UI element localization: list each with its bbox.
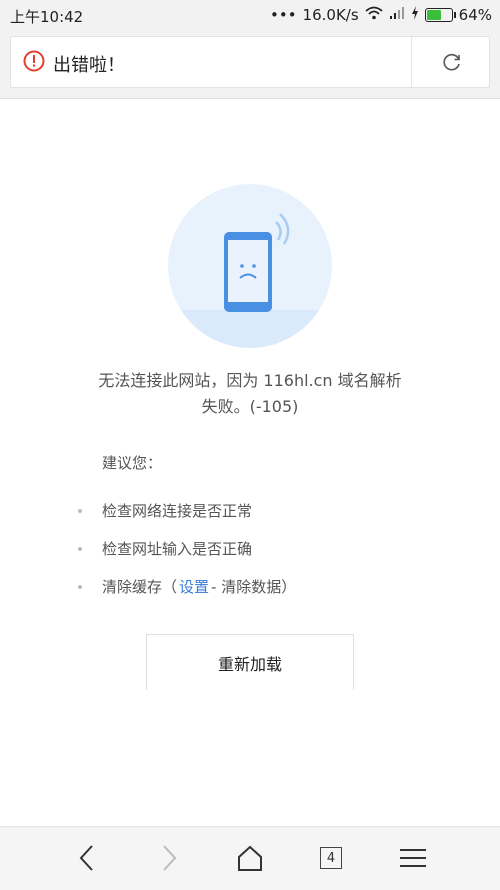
refresh-icon[interactable] [441,51,463,73]
bullet-icon [78,546,82,551]
tip-text: 检查网址输入是否正确 [102,540,253,558]
address-divider [411,37,412,87]
error-icon [23,50,45,72]
wifi-icon [365,6,383,24]
tip-item: 清除缓存（ 设置 - 清除数据） [78,576,296,597]
tip-item: 检查网址输入是否正确 [78,538,252,559]
signal-icon [389,6,405,24]
error-message-line2: 失败。(-105) [201,397,299,416]
back-icon[interactable] [70,841,104,875]
network-speed: 16.0K/s [302,6,359,24]
address-bar[interactable]: 出错啦！ [10,36,490,88]
error-illustration [168,184,332,348]
menu-icon[interactable] [396,841,430,875]
reload-button[interactable]: 重新加载 [146,634,354,690]
bullet-icon [78,508,82,513]
status-time: 上午10:42 [10,8,84,26]
tip-text: - 清除数据） [211,578,297,596]
tip-item: 检查网络连接是否正常 [78,500,252,521]
status-dots: ••• [270,6,297,24]
forward-icon[interactable] [152,841,186,875]
battery-percent: 64% [458,6,492,24]
bullet-icon [78,584,82,589]
status-right: ••• 16.0K/s 64% [270,6,492,24]
suggest-label: 建议您： [102,454,163,472]
home-icon[interactable] [233,841,267,875]
status-bar: 上午10:42 ••• 16.0K/s 64% [0,0,500,30]
battery-icon [424,8,456,22]
error-message-line1: 无法连接此网站，因为 116hl.cn 域名解析 [98,371,402,390]
tip-text: 检查网络连接是否正常 [102,502,253,520]
tab-count: 4 [320,847,342,869]
page-title: 出错啦！ [53,55,125,76]
toolbar: 出错啦！ [0,30,500,99]
tip-text: 清除缓存（ [102,578,178,596]
charging-icon [411,6,419,24]
tabs-button[interactable]: 4 [314,841,348,875]
settings-link[interactable]: 设置 [179,576,209,597]
bottom-navigation: 4 [0,826,500,890]
battery-fill [426,10,442,20]
